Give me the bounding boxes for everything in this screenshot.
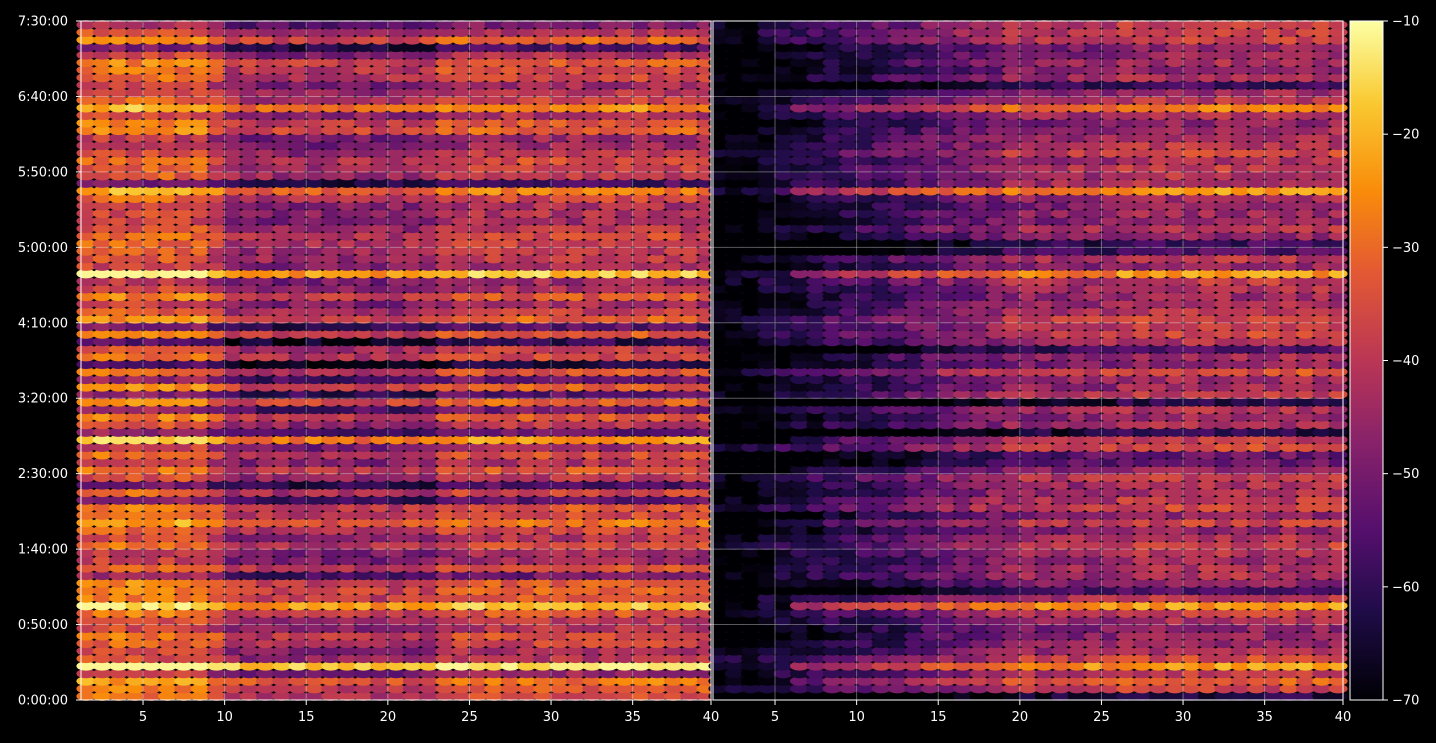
heatmap-cell (566, 20, 585, 30)
heatmap-cell (92, 20, 112, 30)
heatmap-chart: 0:00:00 0:50:00 1:40:00 2:30:00 3:20:00 4:10:… (0, 0, 1436, 739)
heatmap-cell (468, 20, 488, 30)
heatmap-cell (353, 20, 373, 30)
heatmap-cell (484, 20, 504, 30)
heatmap-cell (337, 20, 357, 30)
heatmap-cell (304, 20, 324, 30)
heatmap-cell (582, 20, 602, 30)
heatmap-cell (402, 20, 422, 30)
heatmap-cell (631, 20, 651, 30)
panel-1-cells (76, 20, 716, 701)
heatmap-cell (255, 20, 275, 30)
heatmap-cell (549, 20, 569, 30)
heatmap-cell (158, 20, 177, 30)
heatmap-cell (386, 20, 406, 30)
heatmap-cell (190, 20, 210, 30)
heatmap-cell (451, 20, 471, 30)
heatmap-cell (680, 20, 700, 30)
heatmap-cell (533, 20, 553, 30)
heatmap-cell (419, 20, 439, 30)
heatmap-cell (207, 20, 226, 30)
heatmap-cell (109, 20, 128, 30)
heatmap-cell (664, 20, 683, 30)
heatmap-cell (76, 20, 96, 30)
heatmap-cell (272, 20, 292, 30)
heatmap-cell (615, 20, 634, 30)
heatmap-cell (125, 20, 145, 30)
heatmap-cell (500, 20, 520, 30)
heatmap-cell (141, 20, 161, 30)
heatmap-cell (321, 20, 341, 30)
heatmap-cell (288, 20, 308, 30)
panel-2-cells (708, 20, 1348, 701)
heatmap-cell (223, 20, 243, 30)
heatmap-cell (174, 20, 194, 30)
heatmap-cell (435, 20, 455, 30)
heatmap-cell (647, 20, 667, 30)
chart-svg: 0:00:000:50:001:40:002:30:003:20:004:10:… (18, 15, 1420, 726)
heatmap-cell (239, 20, 259, 30)
heatmap-cell (517, 20, 537, 30)
heatmap-cell (370, 20, 390, 30)
heatmap-cell (598, 20, 618, 30)
